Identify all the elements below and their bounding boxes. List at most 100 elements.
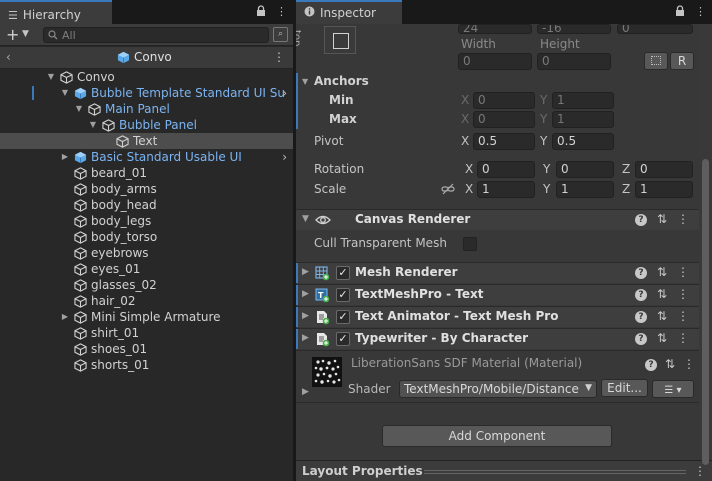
hierarchy-item[interactable]: body_legs (0, 213, 293, 229)
layout-properties-bar[interactable]: Layout Properties ⋮ (296, 460, 712, 481)
material-foldout-icon[interactable]: ▶ (302, 387, 309, 397)
expand-arrow-down-icon[interactable]: ▼ (88, 117, 98, 133)
presets-icon[interactable]: ⇅ (665, 357, 675, 371)
rotation-z-field[interactable]: 0 (635, 161, 693, 178)
inspector-tab[interactable]: Inspector (296, 0, 402, 24)
pivot-y-field[interactable]: 0.5 (552, 133, 614, 150)
component-header[interactable]: ▶ ✓ Text Animator - Text Mesh Pro? ⇅ ⋮ (296, 306, 699, 327)
edit-shader-button[interactable]: Edit... (601, 379, 648, 397)
hierarchy-item[interactable]: shirt_01 (0, 325, 293, 341)
hierarchy-item[interactable]: body_torso (0, 229, 293, 245)
shader-options-button[interactable]: ☰ ▾ (652, 380, 694, 398)
foldout-arrow-icon[interactable]: ▶ (302, 289, 309, 299)
hierarchy-item[interactable]: glasses_02 (0, 277, 293, 293)
presets-icon[interactable]: ⇅ (657, 265, 667, 279)
hierarchy-item[interactable]: eyebrows (0, 245, 293, 261)
anchors-max-x-field[interactable]: 0 (473, 111, 535, 128)
inspector-scrollbar[interactable] (699, 24, 712, 465)
shader-dropdown[interactable]: TextMeshPro/Mobile/Distance F ▼ (399, 380, 597, 398)
component-menu-icon[interactable]: ⋮ (677, 331, 689, 345)
rect-top-field-2[interactable]: 0 (617, 24, 693, 34)
component-enabled-checkbox[interactable]: ✓ (336, 288, 350, 302)
create-dropdown-icon[interactable]: ▼ (22, 29, 29, 39)
constrain-proportions-icon[interactable] (441, 183, 455, 198)
rotation-y-field[interactable]: 0 (556, 161, 614, 178)
hierarchy-item[interactable]: ▶ Mini Simple Armature (0, 309, 293, 325)
help-icon[interactable]: ? (634, 333, 647, 345)
drag-handle[interactable] (424, 470, 686, 474)
component-menu-icon[interactable]: ⋮ (677, 287, 689, 301)
expand-arrow-down-icon[interactable]: ▼ (60, 85, 70, 101)
hierarchy-item[interactable]: ▼ Bubble Template Standard UI Su › (0, 85, 293, 101)
scale-z-field[interactable]: 1 (635, 181, 693, 198)
presets-icon[interactable]: ⇅ (657, 331, 667, 345)
hierarchy-item[interactable]: beard_01 (0, 165, 293, 181)
blueprint-mode-button[interactable] (644, 52, 668, 70)
height-field[interactable]: 0 (537, 53, 611, 70)
rect-top-field-1[interactable]: -16 (537, 24, 611, 34)
width-field[interactable]: 0 (458, 53, 532, 70)
hierarchy-item[interactable]: Text (0, 133, 293, 149)
component-header[interactable]: ▶ ✓ Typewriter - By Character? ⇅ ⋮ (296, 328, 699, 349)
lock-icon[interactable] (256, 5, 266, 19)
foldout-arrow-icon[interactable]: ▼ (302, 214, 309, 224)
help-icon[interactable]: ? (634, 289, 647, 301)
cull-transparent-mesh-checkbox[interactable] (463, 237, 477, 251)
anchors-foldout-icon[interactable]: ▼ (302, 77, 308, 86)
help-icon[interactable]: ? (634, 214, 647, 226)
scrollbar-thumb[interactable] (702, 159, 709, 465)
layout-properties-menu-icon[interactable]: ⋮ (694, 464, 706, 478)
foldout-arrow-icon[interactable]: ▶ (302, 267, 309, 277)
open-prefab-chevron-icon[interactable]: › (282, 149, 287, 165)
rotation-x-field[interactable]: 0 (477, 161, 535, 178)
presets-icon[interactable]: ⇅ (657, 212, 667, 226)
hierarchy-tab[interactable]: ☰ Hierarchy (0, 0, 112, 24)
scale-x-field[interactable]: 1 (477, 181, 535, 198)
component-enabled-checkbox[interactable]: ✓ (336, 332, 350, 346)
canvas-renderer-header[interactable]: ▼ Canvas Renderer ? ⇅ ⋮ (296, 209, 699, 230)
expand-arrow-right-icon[interactable]: ▶ (60, 309, 70, 325)
component-enabled-checkbox[interactable]: ✓ (336, 310, 350, 324)
hierarchy-item[interactable]: eyes_01 (0, 261, 293, 277)
anchors-min-x-field[interactable]: 0 (473, 92, 535, 109)
expand-arrow-down-icon[interactable]: ▼ (74, 101, 84, 117)
lock-icon[interactable] (675, 5, 685, 19)
pivot-x-field[interactable]: 0.5 (473, 133, 535, 150)
open-prefab-chevron-icon[interactable]: › (282, 85, 287, 101)
create-plus-icon[interactable]: + (6, 25, 19, 44)
hierarchy-item[interactable]: ▶ Basic Standard Usable UI › (0, 149, 293, 165)
scale-y-field[interactable]: 1 (556, 181, 614, 198)
presets-icon[interactable]: ⇅ (657, 309, 667, 323)
raw-edit-button[interactable]: R (670, 52, 694, 70)
component-menu-icon[interactable]: ⋮ (683, 357, 695, 371)
hierarchy-item[interactable]: ▼ Bubble Panel (0, 117, 293, 133)
component-menu-icon[interactable]: ⋮ (677, 212, 689, 226)
help-icon[interactable]: ? (634, 311, 647, 323)
hierarchy-item[interactable]: ▼ Convo (0, 69, 293, 85)
more-menu-icon[interactable]: ⋮ (276, 5, 287, 19)
presets-icon[interactable]: ⇅ (657, 287, 667, 301)
more-menu-icon[interactable]: ⋮ (695, 5, 706, 19)
back-arrow-icon[interactable]: ‹ (6, 50, 11, 64)
foldout-arrow-icon[interactable]: ▶ (302, 333, 309, 343)
hierarchy-item[interactable]: body_head (0, 197, 293, 213)
rect-top-field-0[interactable]: 24 (458, 24, 532, 34)
component-menu-icon[interactable]: ⋮ (677, 309, 689, 323)
component-menu-icon[interactable]: ⋮ (677, 265, 689, 279)
help-icon[interactable]: ? (634, 267, 647, 279)
component-enabled-checkbox[interactable]: ✓ (336, 266, 350, 280)
hierarchy-search-input[interactable]: All (43, 27, 269, 43)
component-header[interactable]: ▶ ✓ Mesh Renderer? ⇅ ⋮ (296, 262, 699, 283)
hierarchy-item[interactable]: body_arms (0, 181, 293, 197)
hierarchy-item[interactable]: shoes_01 (0, 341, 293, 357)
scene-more-icon[interactable]: ⋮ (273, 50, 285, 64)
expand-arrow-down-icon[interactable]: ▼ (46, 69, 56, 85)
search-filter-button[interactable]: ⌕ (273, 27, 288, 42)
hierarchy-item[interactable]: ▼ Main Panel (0, 101, 293, 117)
anchors-min-y-field[interactable]: 1 (552, 92, 614, 109)
component-header[interactable]: ▶ T ✓ TextMeshPro - Text? ⇅ ⋮ (296, 284, 699, 305)
foldout-arrow-icon[interactable]: ▶ (302, 311, 309, 321)
hierarchy-item[interactable]: hair_02 (0, 293, 293, 309)
anchors-max-y-field[interactable]: 1 (552, 111, 614, 128)
help-icon[interactable]: ? (644, 359, 657, 371)
